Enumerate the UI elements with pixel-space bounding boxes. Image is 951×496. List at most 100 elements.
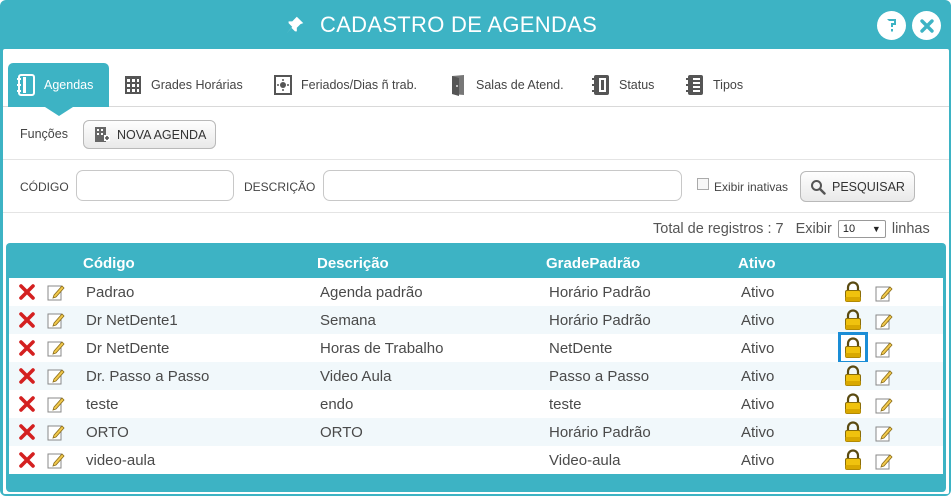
- descricao-input[interactable]: [323, 170, 682, 201]
- delete-icon[interactable]: [18, 423, 36, 441]
- exibir-inativas-label: Exibir inativas: [714, 180, 789, 194]
- table-row: Dr NetDente Horas de Trabalho NetDente A…: [9, 332, 943, 364]
- help-icon: [886, 18, 896, 31]
- edit-icon[interactable]: [47, 395, 65, 413]
- lock-icon[interactable]: [843, 393, 863, 415]
- cell-codigo: video-aula: [86, 452, 156, 469]
- table-row: Padrao Agenda padrão Horário Padrão Ativ…: [9, 278, 943, 306]
- header-ativo[interactable]: Ativo: [738, 255, 776, 272]
- total-registros: Total de registros : 7: [653, 221, 784, 237]
- cell-codigo: teste: [86, 396, 119, 413]
- delete-icon[interactable]: [18, 339, 36, 357]
- lock-icon[interactable]: [843, 309, 863, 331]
- cell-ativo: Ativo: [741, 368, 775, 385]
- window-title: CADASTRO DE AGENDAS: [284, 12, 597, 38]
- cell-descricao: Agenda padrão: [320, 284, 423, 301]
- close-button[interactable]: [912, 11, 941, 40]
- cell-ativo: Ativo: [741, 284, 775, 301]
- tab-label: Tipos: [713, 77, 744, 92]
- codigo-label: CÓDIGO: [20, 180, 69, 194]
- cell-descricao: endo: [320, 396, 354, 413]
- tab-status[interactable]: Status: [583, 63, 662, 106]
- help-button[interactable]: [877, 11, 906, 40]
- title-bar: CADASTRO DE AGENDAS: [0, 0, 951, 50]
- tab-grades-horarias[interactable]: Grades Horárias: [115, 63, 251, 106]
- pesquisar-button[interactable]: PESQUISAR: [800, 171, 915, 202]
- lock-icon[interactable]: [838, 332, 868, 364]
- tab-tipos[interactable]: Tipos: [677, 63, 751, 106]
- header-codigo[interactable]: Código: [83, 255, 135, 272]
- cell-ativo: Ativo: [741, 452, 775, 469]
- edit-icon[interactable]: [875, 452, 893, 470]
- cell-ativo: Ativo: [741, 312, 775, 329]
- content-panel: Agendas Grades Horárias Feriados/Dias ñ …: [3, 49, 949, 494]
- grid-icon: [125, 75, 141, 94]
- cell-ativo: Ativo: [741, 424, 775, 441]
- tab-label: Grades Horárias: [151, 77, 243, 92]
- page-size-select[interactable]: 10 ▼: [837, 220, 886, 238]
- delete-icon[interactable]: [18, 395, 36, 413]
- close-icon: [919, 18, 934, 33]
- edit-icon[interactable]: [47, 283, 65, 301]
- tab-label: Agendas: [44, 78, 94, 92]
- exibir-inativas-checkbox[interactable]: [697, 178, 709, 190]
- cell-grade-padrao: Passo a Passo: [549, 368, 650, 385]
- add-agenda-icon: [95, 126, 110, 142]
- tab-label: Feriados/Dias ñ trab.: [301, 77, 418, 92]
- cell-codigo: ORTO: [86, 424, 129, 441]
- edit-icon[interactable]: [875, 396, 893, 414]
- cell-descricao: Video Aula: [320, 368, 392, 385]
- records-summary: Total de registros : 7 Exibir 10 ▼ linha…: [653, 220, 930, 238]
- table-row: teste endo teste Ativo: [9, 390, 943, 418]
- door-icon: [452, 74, 464, 96]
- edit-icon[interactable]: [47, 339, 65, 357]
- cell-grade-padrao: Horário Padrão: [549, 424, 651, 441]
- delete-icon[interactable]: [18, 451, 36, 469]
- table-row: Dr NetDente1 Semana Horário Padrão Ativo: [9, 306, 943, 334]
- delete-icon[interactable]: [18, 367, 36, 385]
- header-descricao[interactable]: Descrição: [317, 255, 389, 272]
- nova-agenda-button[interactable]: NOVA AGENDA: [83, 120, 217, 149]
- codigo-input[interactable]: [76, 170, 234, 201]
- edit-icon[interactable]: [47, 451, 65, 469]
- cell-codigo: Dr NetDente: [86, 340, 170, 357]
- divider: [3, 159, 949, 160]
- lock-icon[interactable]: [843, 449, 863, 471]
- table-body: Padrao Agenda padrão Horário Padrão Ativ…: [9, 278, 943, 474]
- tab-label: Status: [619, 77, 655, 92]
- tab-feriados[interactable]: Feriados/Dias ñ trab.: [265, 63, 425, 106]
- edit-icon[interactable]: [875, 424, 893, 442]
- tab-bar: Agendas Grades Horárias Feriados/Dias ñ …: [3, 63, 949, 116]
- delete-icon[interactable]: [18, 311, 36, 329]
- cell-grade-padrao: Horário Padrão: [549, 284, 651, 301]
- edit-icon[interactable]: [47, 367, 65, 385]
- edit-icon[interactable]: [875, 312, 893, 330]
- page-size-value: 10: [842, 223, 856, 235]
- cell-descricao: ORTO: [320, 424, 363, 441]
- lock-icon[interactable]: [843, 281, 863, 303]
- cell-ativo: Ativo: [741, 340, 775, 357]
- pin-icon[interactable]: [284, 14, 306, 36]
- table-row: video-aula Video-aula Ativo: [9, 446, 943, 474]
- funcoes-label: Funções: [20, 127, 68, 141]
- descricao-label: DESCRIÇÃO: [244, 180, 316, 194]
- cell-grade-padrao: Video-aula: [549, 452, 621, 469]
- cell-codigo: Padrao: [86, 284, 135, 301]
- edit-icon[interactable]: [875, 284, 893, 302]
- edit-icon[interactable]: [875, 368, 893, 386]
- edit-icon[interactable]: [47, 311, 65, 329]
- cell-grade-padrao: Horário Padrão: [549, 312, 651, 329]
- tab-agendas[interactable]: Agendas: [8, 63, 109, 116]
- edit-icon[interactable]: [875, 340, 893, 358]
- header-grade-padrao[interactable]: GradePadrão: [546, 255, 640, 272]
- table-row: ORTO ORTO Horário Padrão Ativo: [9, 418, 943, 446]
- table-header: Código Descrição GradePadrão Ativo: [6, 243, 946, 279]
- cell-descricao: Horas de Trabalho: [320, 340, 444, 357]
- lock-icon[interactable]: [843, 365, 863, 387]
- edit-icon[interactable]: [47, 423, 65, 441]
- tab-salas[interactable]: Salas de Atend.: [440, 63, 572, 106]
- delete-icon[interactable]: [18, 283, 36, 301]
- cell-grade-padrao: teste: [549, 396, 582, 413]
- linhas-label: linhas: [891, 221, 930, 237]
- lock-icon[interactable]: [843, 421, 863, 443]
